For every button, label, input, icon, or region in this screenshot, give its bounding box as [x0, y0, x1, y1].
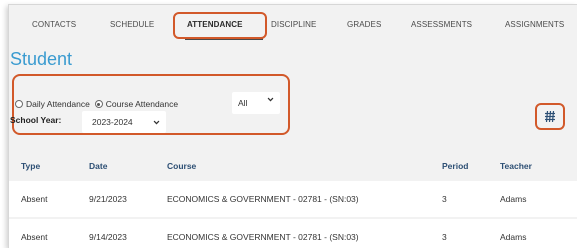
column-header-date[interactable]: Date [89, 161, 107, 171]
cell-course: ECONOMICS & GOVERNMENT - 02781 - (SN:03) [167, 232, 359, 242]
attendance-type-select[interactable]: All [232, 92, 280, 114]
course-attendance-radio[interactable] [94, 100, 103, 108]
column-header-teacher[interactable]: Teacher [500, 161, 532, 171]
cell-course: ECONOMICS & GOVERNMENT - 02781 - (SN:03) [167, 194, 359, 204]
school-year-label: School Year: [10, 115, 62, 125]
cell-period: 3 [442, 194, 447, 204]
school-year-select[interactable]: 2023-2024 [82, 111, 166, 133]
daily-attendance-radio[interactable] [15, 100, 23, 108]
tab-bar: CONTACTS SCHEDULE ATTENDANCE DISCIPLINE … [9, 5, 577, 45]
cell-period: 3 [442, 232, 447, 242]
course-attendance-label[interactable]: Course Attendance [106, 99, 178, 109]
cell-type: Absent [21, 232, 48, 242]
cell-date: 9/14/2023 [89, 232, 127, 242]
cell-teacher: Adams [500, 232, 527, 242]
school-year-value: 2023-2024 [92, 117, 133, 127]
tab-schedule[interactable]: SCHEDULE [110, 20, 154, 34]
attendance-card: CONTACTS SCHEDULE ATTENDANCE DISCIPLINE … [8, 4, 577, 248]
tab-assessments[interactable]: ASSESSMENTS [411, 20, 472, 34]
tab-assignments[interactable]: ASSIGNMENTS [505, 20, 564, 34]
grid-toggle-button[interactable] [535, 103, 565, 130]
cell-type: Absent [21, 194, 48, 204]
table-row[interactable]: Absent 9/21/2023 ECONOMICS & GOVERNMENT … [9, 181, 577, 217]
tab-contacts[interactable]: CONTACTS [32, 20, 76, 34]
column-header-course[interactable]: Course [167, 161, 196, 171]
attendance-tab-highlight [173, 12, 267, 39]
column-header-period[interactable]: Period [442, 161, 468, 171]
attendance-mode-group: Daily Attendance Course Attendance [15, 97, 183, 111]
page-title: Student [10, 49, 73, 69]
chevron-down-icon [153, 120, 160, 125]
column-header-type[interactable]: Type [21, 161, 40, 171]
grid-toggle-icon [545, 111, 555, 122]
cell-date: 9/21/2023 [89, 194, 127, 204]
table-row[interactable]: Absent 9/14/2023 ECONOMICS & GOVERNMENT … [9, 219, 577, 248]
tab-discipline[interactable]: DISCIPLINE [271, 20, 316, 34]
attendance-type-value: All [238, 98, 248, 108]
cell-teacher: Adams [500, 194, 527, 204]
daily-attendance-label[interactable]: Daily Attendance [26, 99, 90, 109]
chevron-down-icon [267, 97, 274, 102]
tab-grades[interactable]: GRADES [347, 20, 381, 34]
